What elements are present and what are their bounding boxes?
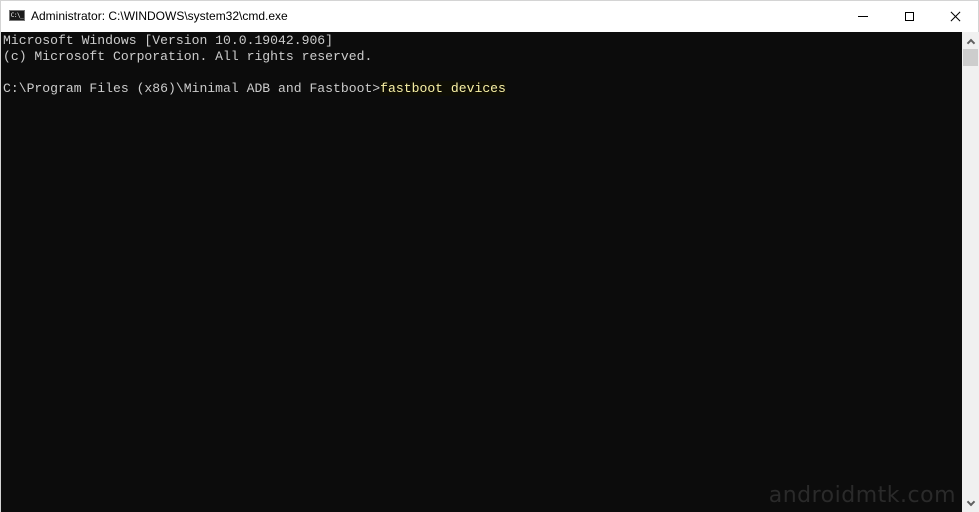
close-button[interactable] xyxy=(932,1,978,31)
scrollbar-thumb[interactable] xyxy=(963,49,978,66)
typed-command[interactable]: fastboot devices xyxy=(380,81,506,96)
chevron-down-icon xyxy=(966,497,975,506)
console-line: (c) Microsoft Corporation. All rights re… xyxy=(3,49,373,64)
chevron-up-icon xyxy=(966,38,975,47)
scroll-up-button[interactable] xyxy=(962,32,979,49)
vertical-scrollbar[interactable] xyxy=(962,32,979,512)
close-icon xyxy=(950,11,961,22)
cmd-icon[interactable]: C:\_ xyxy=(9,10,25,21)
console-output[interactable]: Microsoft Windows [Version 10.0.19042.90… xyxy=(1,32,962,512)
console-line: Microsoft Windows [Version 10.0.19042.90… xyxy=(3,33,334,48)
window-title: Administrator: C:\WINDOWS\system32\cmd.e… xyxy=(31,9,288,23)
maximize-button[interactable] xyxy=(886,1,932,31)
prompt-line: C:\Program Files (x86)\Minimal ADB and F… xyxy=(3,81,506,97)
maximize-icon xyxy=(904,11,914,21)
title-bar[interactable]: C:\_ Administrator: C:\WINDOWS\system32\… xyxy=(1,1,978,31)
cmd-window: C:\_ Administrator: C:\WINDOWS\system32\… xyxy=(0,0,979,512)
watermark: androidmtk.com xyxy=(768,483,956,508)
prompt-path: C:\Program Files (x86)\Minimal ADB and F… xyxy=(3,81,381,96)
minimize-button[interactable] xyxy=(840,1,886,31)
scroll-down-button[interactable] xyxy=(962,495,979,512)
minimize-icon xyxy=(858,15,868,17)
